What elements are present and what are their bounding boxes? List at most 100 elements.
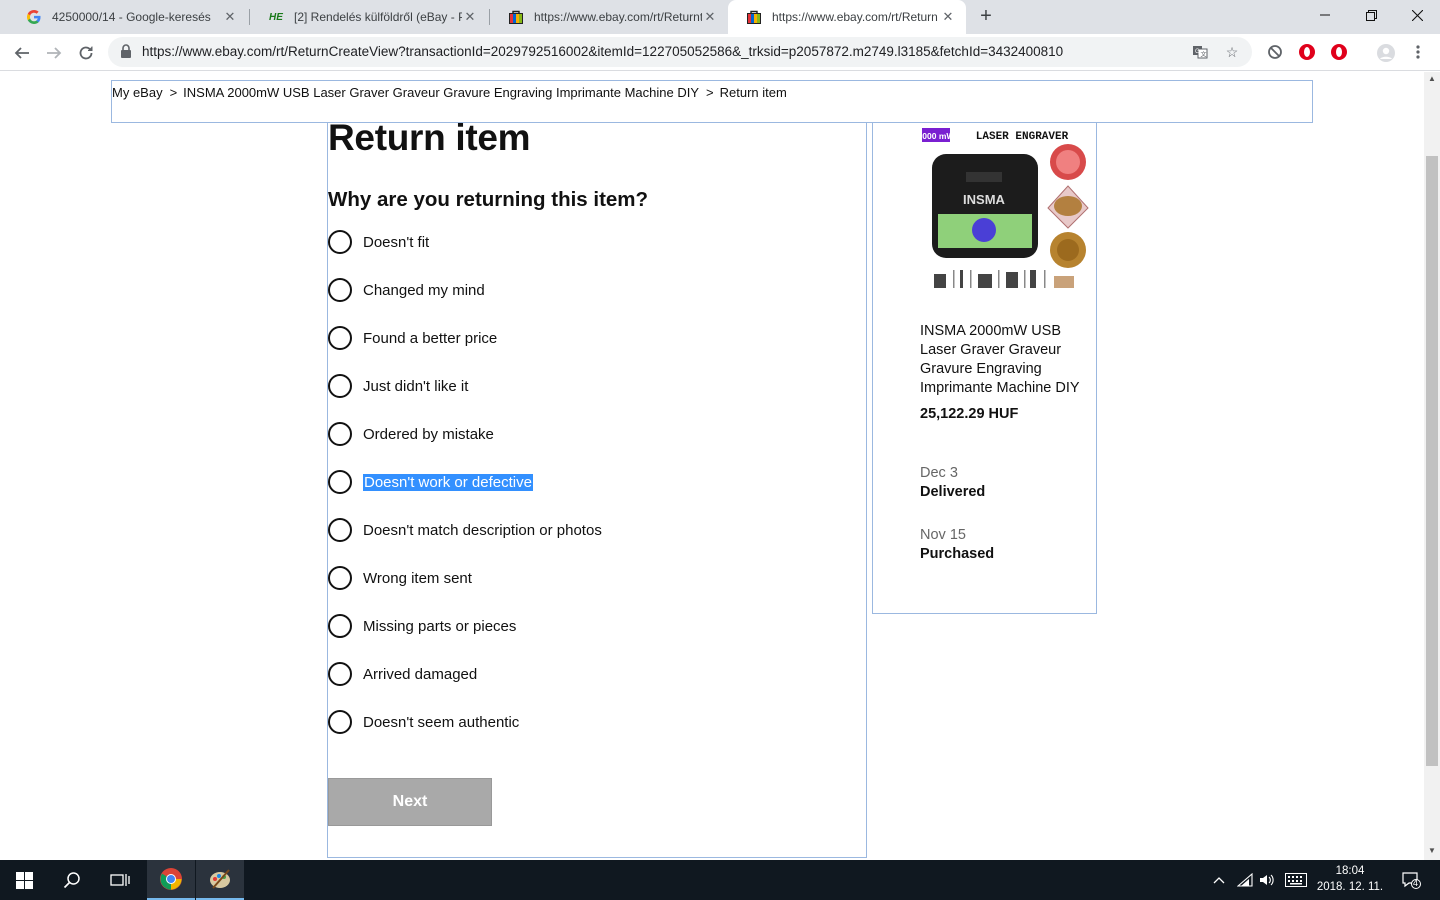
product-price: 25,122.29 HUF [920,406,1019,422]
radio-label[interactable]: Arrived damaged [363,666,477,683]
return-reason-option[interactable]: Just didn't like it [328,373,468,399]
radio-label[interactable]: Missing parts or pieces [363,618,516,635]
profile-avatar-icon[interactable] [1376,43,1395,62]
scroll-up-arrow-icon[interactable]: ▲ [1424,72,1440,86]
return-reason-option[interactable]: Doesn't work or defective [328,469,533,495]
return-reason-option[interactable]: Doesn't fit [328,229,429,255]
page-title: Return item [328,117,531,158]
radio-label[interactable]: Doesn't seem authentic [363,714,519,731]
radio-label[interactable]: Wrong item sent [363,570,472,587]
windows-start-icon[interactable] [0,860,48,900]
radio-label[interactable]: Found a better price [363,330,497,347]
radio-button[interactable] [328,422,352,446]
reload-icon[interactable] [73,40,99,66]
radio-button[interactable] [328,566,352,590]
restore-icon[interactable] [1348,0,1394,30]
product-image[interactable]: 2000 mW LASER ENGRAVER INSMA [918,124,1092,294]
tab-title: [2] Rendelés külföldről (eBay - Pa [294,10,462,24]
radio-label[interactable]: Just didn't like it [363,378,468,395]
keyboard-icon[interactable] [1284,870,1308,890]
radio-button[interactable] [328,710,352,734]
taskbar-clock[interactable]: 18:04 2018. 12. 11. [1312,863,1388,895]
page-content: My eBay > INSMA 2000mW USB Laser Graver … [0,72,1424,860]
return-reason-option[interactable]: Changed my mind [328,277,485,303]
radio-label[interactable]: Doesn't fit [363,234,429,251]
translate-icon[interactable]: G文 [1190,42,1210,62]
svg-text:LASER ENGRAVER: LASER ENGRAVER [976,131,1069,143]
bookmark-star-icon[interactable]: ☆ [1222,42,1242,62]
radio-label[interactable]: Doesn't work or defective [363,473,533,491]
hardverapro-icon: HE [269,11,283,23]
return-reason-option[interactable]: Doesn't match description or photos [328,517,602,543]
radio-button[interactable] [328,230,352,254]
task-view-icon[interactable] [96,860,144,900]
breadcrumb-current: Return item [719,85,787,100]
browser-tab-ebay-return-1[interactable]: https://www.ebay.com/rt/Returnt ✕ [490,0,728,34]
svg-text:INSMA: INSMA [963,192,1006,207]
svg-text:2000 mW: 2000 mW [920,131,955,141]
tab-close-icon[interactable]: ✕ [462,9,478,25]
browser-tab-ebay-return-active[interactable]: https://www.ebay.com/rt/Return ✕ [728,0,966,34]
opera-extension-icon-2[interactable] [1330,43,1348,61]
show-hidden-icons-chevron-icon[interactable] [1209,870,1229,890]
purchased-label: Purchased [920,546,995,562]
radio-label[interactable]: Doesn't match description or photos [363,522,602,539]
search-icon[interactable] [48,860,96,900]
radio-button[interactable] [328,326,352,350]
radio-button[interactable] [328,374,352,398]
return-reason-option[interactable]: Missing parts or pieces [328,613,516,639]
browser-tab-google[interactable]: 4250000/14 - Google-keresés ✕ [8,0,248,34]
windows-taskbar: 18:04 2018. 12. 11. 4 [0,860,1440,900]
browser-toolbar: https://www.ebay.com/rt/ReturnCreateView… [0,34,1440,71]
radio-button[interactable] [328,470,352,494]
notification-count: 4 [1413,878,1419,888]
return-reason-option[interactable]: Doesn't seem authentic [328,709,519,735]
tab-close-icon[interactable]: ✕ [702,9,718,25]
browser-menu-icon[interactable] [1412,43,1424,61]
tab-title: https://www.ebay.com/rt/Returnt [534,10,702,24]
return-reason-option[interactable]: Arrived damaged [328,661,477,687]
block-icon[interactable] [1266,43,1284,61]
return-reason-option[interactable]: Ordered by mistake [328,421,494,447]
radio-button[interactable] [328,614,352,638]
chrome-taskbar-icon[interactable] [147,860,195,900]
volume-icon[interactable] [1257,870,1277,890]
browser-tab-strip: 4250000/14 - Google-keresés ✕ HE [2] Ren… [0,0,1440,34]
product-title[interactable]: INSMA 2000mW USB Laser Graver Graveur Gr… [920,322,1095,398]
back-arrow-icon[interactable] [9,40,35,66]
forward-arrow-icon[interactable] [41,40,67,66]
breadcrumb-separator: > [169,85,178,100]
scrollbar-thumb[interactable] [1426,156,1438,766]
return-reason-option[interactable]: Found a better price [328,325,497,351]
radio-button[interactable] [328,662,352,686]
page-scrollbar[interactable]: ▲ ▼ [1424,72,1440,860]
radio-button[interactable] [328,518,352,542]
minimize-icon[interactable] [1302,0,1348,30]
scroll-down-arrow-icon[interactable]: ▼ [1424,844,1440,858]
radio-label[interactable]: Changed my mind [363,282,485,299]
radio-button[interactable] [328,278,352,302]
delivered-date: Dec 3 [920,465,958,481]
tab-close-icon[interactable]: ✕ [222,9,238,25]
return-reason-question: Why are you returning this item? [328,188,649,211]
opera-extension-icon[interactable] [1298,43,1316,61]
tab-title: 4250000/14 - Google-keresés [52,10,211,24]
new-tab-plus-icon[interactable]: + [975,6,997,28]
paint-taskbar-icon[interactable] [196,860,244,900]
breadcrumb-my-ebay[interactable]: My eBay [112,85,163,100]
notification-center-icon[interactable]: 4 [1398,870,1424,890]
network-icon[interactable] [1235,870,1255,890]
radio-label[interactable]: Ordered by mistake [363,426,494,443]
address-bar[interactable]: https://www.ebay.com/rt/ReturnCreateView… [108,37,1252,67]
lock-icon[interactable] [120,44,134,60]
delivered-label: Delivered [920,484,986,500]
tab-close-icon[interactable]: ✕ [940,9,956,25]
breadcrumb-container: My eBay > INSMA 2000mW USB Laser Graver … [111,80,1313,123]
browser-tab-hardverapro[interactable]: HE [2] Rendelés külföldről (eBay - Pa ✕ [250,0,488,34]
svg-text:文: 文 [1201,51,1207,59]
purchased-date: Nov 15 [920,527,966,543]
next-button[interactable]: Next [328,778,492,826]
close-window-icon[interactable] [1394,0,1440,30]
breadcrumb-item-link[interactable]: INSMA 2000mW USB Laser Graver Graveur Gr… [183,85,699,100]
return-reason-option[interactable]: Wrong item sent [328,565,472,591]
